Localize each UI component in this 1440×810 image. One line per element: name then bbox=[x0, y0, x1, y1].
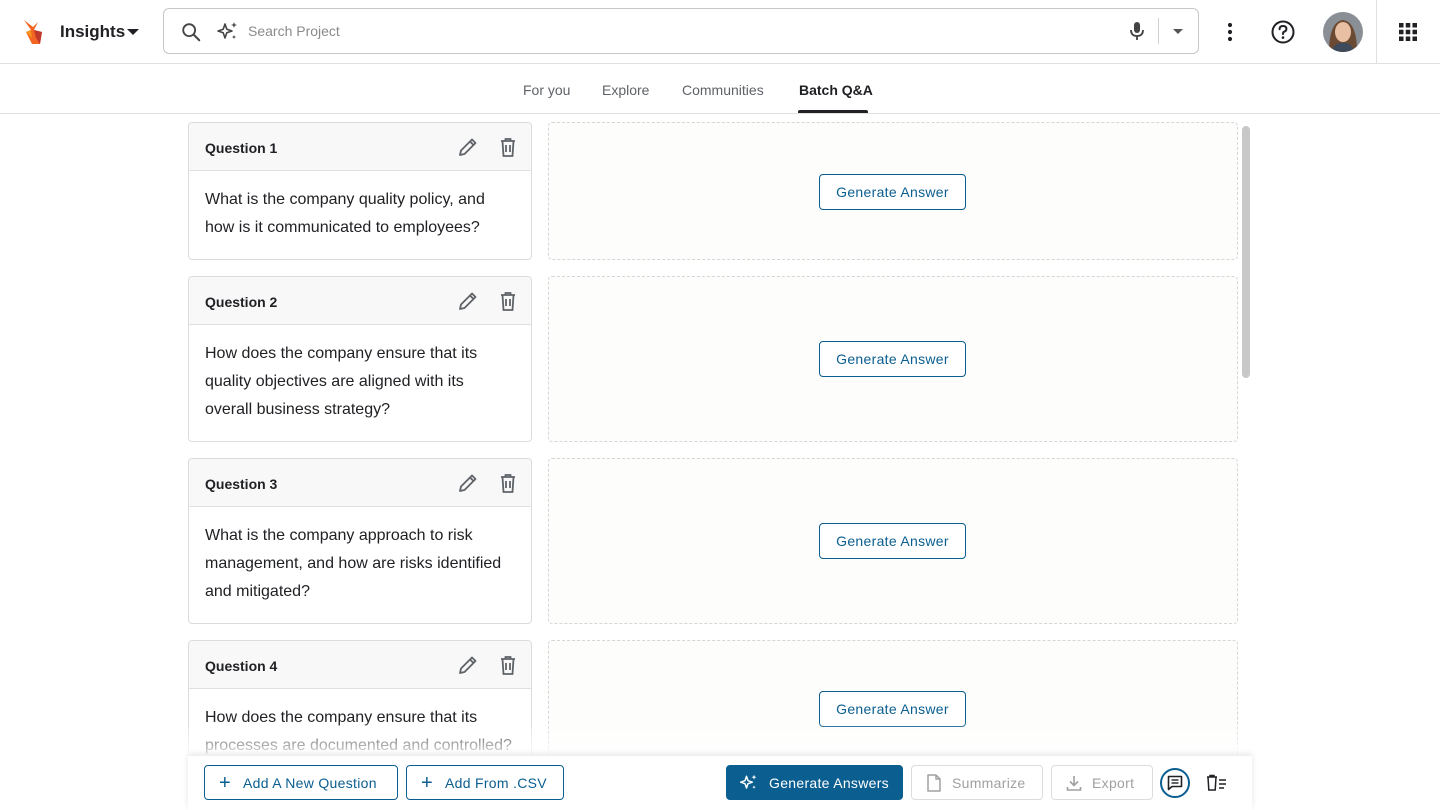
generate-answer-button[interactable]: Generate Answer bbox=[819, 174, 966, 210]
edit-icon[interactable] bbox=[457, 290, 479, 312]
chat-button[interactable] bbox=[1160, 768, 1190, 798]
add-question-label: Add A New Question bbox=[242, 774, 377, 791]
tab-explore[interactable]: Explore bbox=[602, 82, 649, 98]
trash-icon[interactable] bbox=[498, 290, 518, 312]
question-title: Question 3 bbox=[205, 476, 278, 492]
answer-panel: Generate Answer bbox=[548, 276, 1238, 442]
search-icon[interactable] bbox=[180, 21, 202, 43]
app-switcher-caret-icon[interactable] bbox=[127, 29, 139, 35]
clear-list-icon[interactable] bbox=[1205, 774, 1227, 792]
export-button[interactable]: Export bbox=[1051, 765, 1153, 800]
edit-icon[interactable] bbox=[457, 472, 479, 494]
bottom-toolbar: + Add A New Question + Add From .CSV Gen… bbox=[188, 756, 1252, 810]
question-card: Question 1 What is the company quality p… bbox=[188, 122, 532, 260]
generate-answer-button[interactable]: Generate Answer bbox=[819, 691, 966, 727]
document-icon bbox=[927, 773, 941, 792]
nav-tabs: For you Explore Communities Batch Q&A bbox=[0, 64, 1440, 114]
scrollbar-thumb[interactable] bbox=[1242, 126, 1250, 378]
generate-answer-button[interactable]: Generate Answer bbox=[819, 341, 966, 377]
sparkle-icon bbox=[739, 774, 757, 789]
summarize-button[interactable]: Summarize bbox=[911, 765, 1043, 800]
apps-icon[interactable] bbox=[1398, 22, 1418, 42]
download-icon bbox=[1066, 775, 1082, 791]
sparkle-icon bbox=[217, 22, 237, 39]
question-header: Question 3 bbox=[189, 459, 531, 507]
summarize-label: Summarize bbox=[952, 774, 1026, 791]
avatar[interactable] bbox=[1323, 12, 1363, 52]
app-logo-icon[interactable] bbox=[20, 18, 46, 46]
search-bar bbox=[163, 8, 1199, 54]
generate-answers-button[interactable]: Generate Answers bbox=[726, 765, 903, 800]
generate-answer-button[interactable]: Generate Answer bbox=[819, 523, 966, 559]
trash-icon[interactable] bbox=[498, 654, 518, 676]
top-bar: Insights bbox=[0, 0, 1440, 64]
question-card: Question 2 How does the company ensure t… bbox=[188, 276, 532, 442]
add-csv-button[interactable]: + Add From .CSV bbox=[406, 765, 564, 800]
search-divider bbox=[1158, 18, 1159, 44]
question-header: Question 2 bbox=[189, 277, 531, 325]
trash-icon[interactable] bbox=[498, 136, 518, 158]
answer-panel: Generate Answer bbox=[548, 122, 1238, 260]
answer-panel: Generate Answer bbox=[548, 458, 1238, 624]
header-divider bbox=[1376, 0, 1377, 64]
tab-batch-qa[interactable]: Batch Q&A bbox=[799, 82, 873, 98]
mic-icon[interactable] bbox=[1127, 20, 1147, 42]
question-header: Question 1 bbox=[189, 123, 531, 171]
chat-icon bbox=[1167, 775, 1183, 791]
search-input[interactable] bbox=[248, 19, 1088, 43]
help-icon[interactable] bbox=[1270, 19, 1296, 45]
trash-icon[interactable] bbox=[498, 472, 518, 494]
plus-icon: + bbox=[219, 771, 231, 794]
edit-icon[interactable] bbox=[457, 136, 479, 158]
app-title[interactable]: Insights bbox=[60, 22, 125, 42]
question-text: How does the company ensure that its qua… bbox=[205, 345, 478, 418]
edit-icon[interactable] bbox=[457, 654, 479, 676]
generate-answers-label: Generate Answers bbox=[769, 774, 889, 791]
add-question-button[interactable]: + Add A New Question bbox=[204, 765, 398, 800]
more-vert-icon[interactable] bbox=[1218, 20, 1242, 44]
tab-for-you[interactable]: For you bbox=[523, 82, 570, 98]
question-text: What is the company quality policy, and … bbox=[205, 191, 485, 236]
batch-qa-list: Question 1 What is the company quality p… bbox=[0, 114, 1440, 810]
export-label: Export bbox=[1092, 774, 1135, 791]
question-title: Question 2 bbox=[205, 294, 278, 310]
question-title: Question 4 bbox=[205, 658, 278, 674]
add-csv-label: Add From .CSV bbox=[444, 774, 547, 791]
question-header: Question 4 bbox=[189, 641, 531, 689]
tab-communities[interactable]: Communities bbox=[682, 82, 764, 98]
question-title: Question 1 bbox=[205, 140, 278, 156]
active-tab-indicator bbox=[798, 110, 868, 113]
search-dropdown-icon[interactable] bbox=[1173, 29, 1183, 34]
question-card: Question 3 What is the company approach … bbox=[188, 458, 532, 624]
plus-icon: + bbox=[421, 771, 433, 794]
question-text: What is the company approach to risk man… bbox=[205, 527, 502, 600]
